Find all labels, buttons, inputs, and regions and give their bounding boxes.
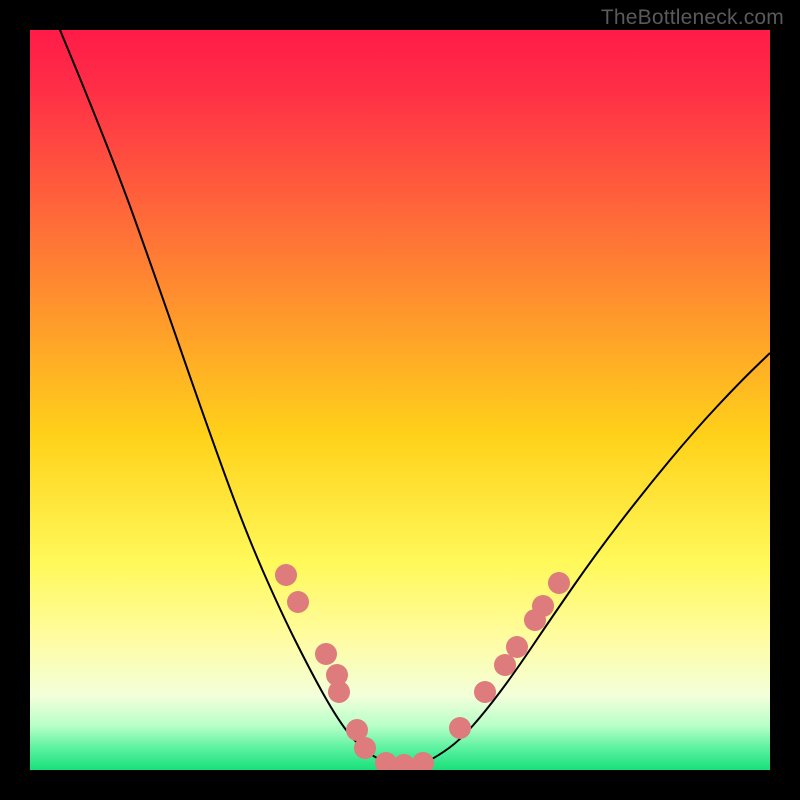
marker-dot (548, 572, 570, 594)
marker-dot (532, 595, 554, 617)
marker-dot (494, 654, 516, 676)
marker-dot (393, 754, 415, 770)
chart-plot-area (30, 30, 770, 770)
marker-dot (287, 591, 309, 613)
marker-dot (315, 643, 337, 665)
marker-dot (474, 681, 496, 703)
marker-dot (449, 717, 471, 739)
marker-dot (506, 636, 528, 658)
bottleneck-curve (60, 30, 770, 765)
marker-dot (328, 681, 350, 703)
marker-group (275, 564, 570, 770)
marker-dot (275, 564, 297, 586)
marker-dot (412, 752, 434, 770)
marker-dot (354, 737, 376, 759)
chart-overlay (30, 30, 770, 770)
watermark: TheBottleneck.com (601, 6, 784, 30)
